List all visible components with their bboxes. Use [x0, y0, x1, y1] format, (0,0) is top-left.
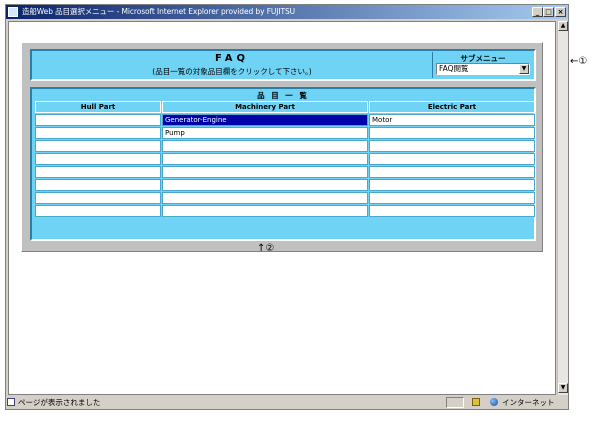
column-header-hull-part: Hull Part [35, 101, 161, 113]
minimize-icon[interactable]: _ [532, 7, 543, 17]
status-message: ページが表示されました [18, 398, 101, 407]
status-bar: ページが表示されました インターネット [6, 396, 568, 409]
close-icon[interactable]: × [555, 7, 566, 17]
column-header-machinery-part: Machinery Part [162, 101, 368, 113]
cell-electric-part[interactable] [369, 205, 535, 217]
table-row [35, 140, 535, 152]
submenu-section: サブメニュー FAQ閲覧 ▼ [432, 52, 533, 78]
submenu-select[interactable]: FAQ閲覧 ▼ [436, 63, 530, 75]
faq-instruction: (品目一覧の対象品目欄をクリックして下さい。) [152, 67, 312, 76]
annotation-marker-1: ←① [570, 56, 588, 67]
browser-window: 造船Web 品目選択メニュー - Microsoft Internet Expl… [5, 4, 569, 410]
cell-machinery-part[interactable] [162, 166, 368, 178]
table-row [35, 166, 535, 178]
cell-machinery-part[interactable]: Pump [162, 127, 368, 139]
cell-electric-part[interactable] [369, 127, 535, 139]
faq-title: FAQ [215, 53, 249, 64]
column-header-electric-part: Electric Part [369, 101, 535, 113]
dropdown-arrow-icon[interactable]: ▼ [519, 64, 529, 74]
vertical-scrollbar[interactable]: ▲ ▼ [557, 21, 568, 395]
cell-hull-part[interactable] [35, 127, 161, 139]
cell-hull-part[interactable] [35, 114, 161, 126]
cell-hull-part[interactable] [35, 140, 161, 152]
item-list-section: 品 目 一 覧 Hull Part Machinery Part Electri… [30, 87, 536, 241]
cell-electric-part[interactable] [369, 153, 535, 165]
cell-hull-part[interactable] [35, 179, 161, 191]
item-list-table: Hull Part Machinery Part Electric Part G… [34, 100, 536, 218]
cell-electric-part[interactable] [369, 166, 535, 178]
security-zone-label: インターネット [502, 398, 555, 407]
cell-hull-part[interactable] [35, 153, 161, 165]
scroll-up-icon[interactable]: ▲ [558, 21, 568, 31]
cell-hull-part[interactable] [35, 205, 161, 217]
title-bar: 造船Web 品目選択メニュー - Microsoft Internet Expl… [6, 5, 568, 19]
cell-electric-part[interactable] [369, 179, 535, 191]
cell-machinery-part[interactable] [162, 153, 368, 165]
page-viewport: FAQ (品目一覧の対象品目欄をクリックして下さい。) サブメニュー FAQ閲覧… [8, 21, 556, 395]
table-header-row: Hull Part Machinery Part Electric Part [35, 101, 535, 113]
lock-icon [472, 398, 480, 406]
submenu-selected-value: FAQ閲覧 [439, 64, 469, 73]
table-row [35, 179, 535, 191]
maximize-icon[interactable]: □ [543, 7, 554, 17]
cell-machinery-part[interactable] [162, 179, 368, 191]
cell-hull-part[interactable] [35, 192, 161, 204]
cell-hull-part[interactable] [35, 166, 161, 178]
cell-electric-part[interactable] [369, 192, 535, 204]
status-page-icon [7, 398, 15, 406]
cell-machinery-part[interactable] [162, 140, 368, 152]
status-cell [446, 397, 464, 408]
internet-zone-icon [490, 398, 498, 406]
cell-electric-part[interactable]: Motor [369, 114, 535, 126]
table-row [35, 205, 535, 217]
cell-machinery-part[interactable] [162, 192, 368, 204]
annotation-marker-2: ↑② [257, 243, 275, 254]
table-row [35, 192, 535, 204]
table-row: Generator-Engine Motor [35, 114, 535, 126]
table-row: Pump [35, 127, 535, 139]
cell-machinery-part[interactable] [162, 205, 368, 217]
scroll-down-icon[interactable]: ▼ [558, 383, 568, 393]
window-title: 造船Web 品目選択メニュー - Microsoft Internet Expl… [22, 7, 296, 16]
cell-electric-part[interactable] [369, 140, 535, 152]
ie-page-icon [8, 7, 18, 17]
menu-panel: FAQ (品目一覧の対象品目欄をクリックして下さい。) サブメニュー FAQ閲覧… [21, 42, 543, 252]
faq-header: FAQ (品目一覧の対象品目欄をクリックして下さい。) サブメニュー FAQ閲覧… [30, 49, 536, 81]
table-row [35, 153, 535, 165]
cell-machinery-part[interactable]: Generator-Engine [162, 114, 368, 126]
